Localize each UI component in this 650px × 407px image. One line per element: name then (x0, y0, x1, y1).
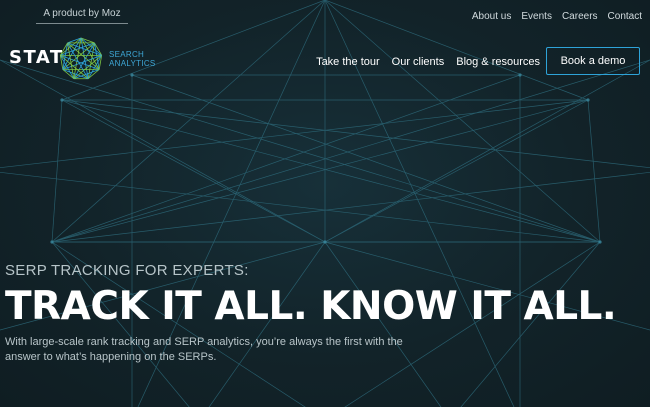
hero-section: SERP TRACKING FOR EXPERTS: TRACK IT ALL.… (5, 262, 645, 365)
wireframe-line (0, 59, 326, 243)
wireframe-node (598, 240, 602, 244)
logo-sub-line2: ANALYTICS (109, 59, 156, 68)
moz-tagline[interactable]: A product by Moz (36, 8, 128, 24)
logo-subtitle: SEARCH ANALYTICS (109, 50, 156, 68)
wireframe-line (587, 99, 601, 243)
wireframe-line (0, 59, 601, 243)
wireframe-node (323, 240, 327, 244)
wireframe-line (51, 59, 650, 243)
wireframe-line (0, 99, 589, 169)
wireframe-line (324, 59, 650, 243)
wireframe-line (51, 99, 63, 243)
util-link-careers[interactable]: Careers (562, 11, 598, 22)
wireframe-node (518, 73, 522, 77)
utility-bar: A product by Moz About us Events Careers… (0, 0, 650, 28)
util-link-about[interactable]: About us (472, 11, 511, 22)
nav-take-the-tour[interactable]: Take the tour (316, 56, 380, 68)
wireframe-line (324, 99, 589, 243)
hero-subtext: With large-scale rank tracking and SERP … (5, 336, 403, 363)
logo-sub-line1: SEARCH (109, 50, 145, 59)
wireframe-node (586, 98, 590, 102)
utility-links: About us Events Careers Contact (472, 11, 642, 22)
wireframe-node (50, 240, 54, 244)
util-link-contact[interactable]: Contact (608, 11, 642, 22)
nav-our-clients[interactable]: Our clients (392, 56, 445, 68)
hero-eyebrow: SERP TRACKING FOR EXPERTS: (5, 262, 249, 279)
wireframe-node (60, 98, 64, 102)
wireframe-node (130, 73, 134, 77)
nav-blog-resources[interactable]: Blog & resources (456, 56, 540, 68)
wireframe-line (61, 99, 650, 169)
util-link-events[interactable]: Events (521, 11, 552, 22)
logo-wordmark: STAT (9, 47, 64, 68)
geometric-polygon-icon (59, 37, 103, 80)
hero-headline: TRACK IT ALL. KNOW IT ALL. (5, 284, 617, 329)
book-demo-button[interactable]: Book a demo (546, 47, 640, 75)
main-navigation: Take the tour Our clients Blog & resourc… (316, 56, 540, 68)
wireframe-line (0, 171, 601, 243)
